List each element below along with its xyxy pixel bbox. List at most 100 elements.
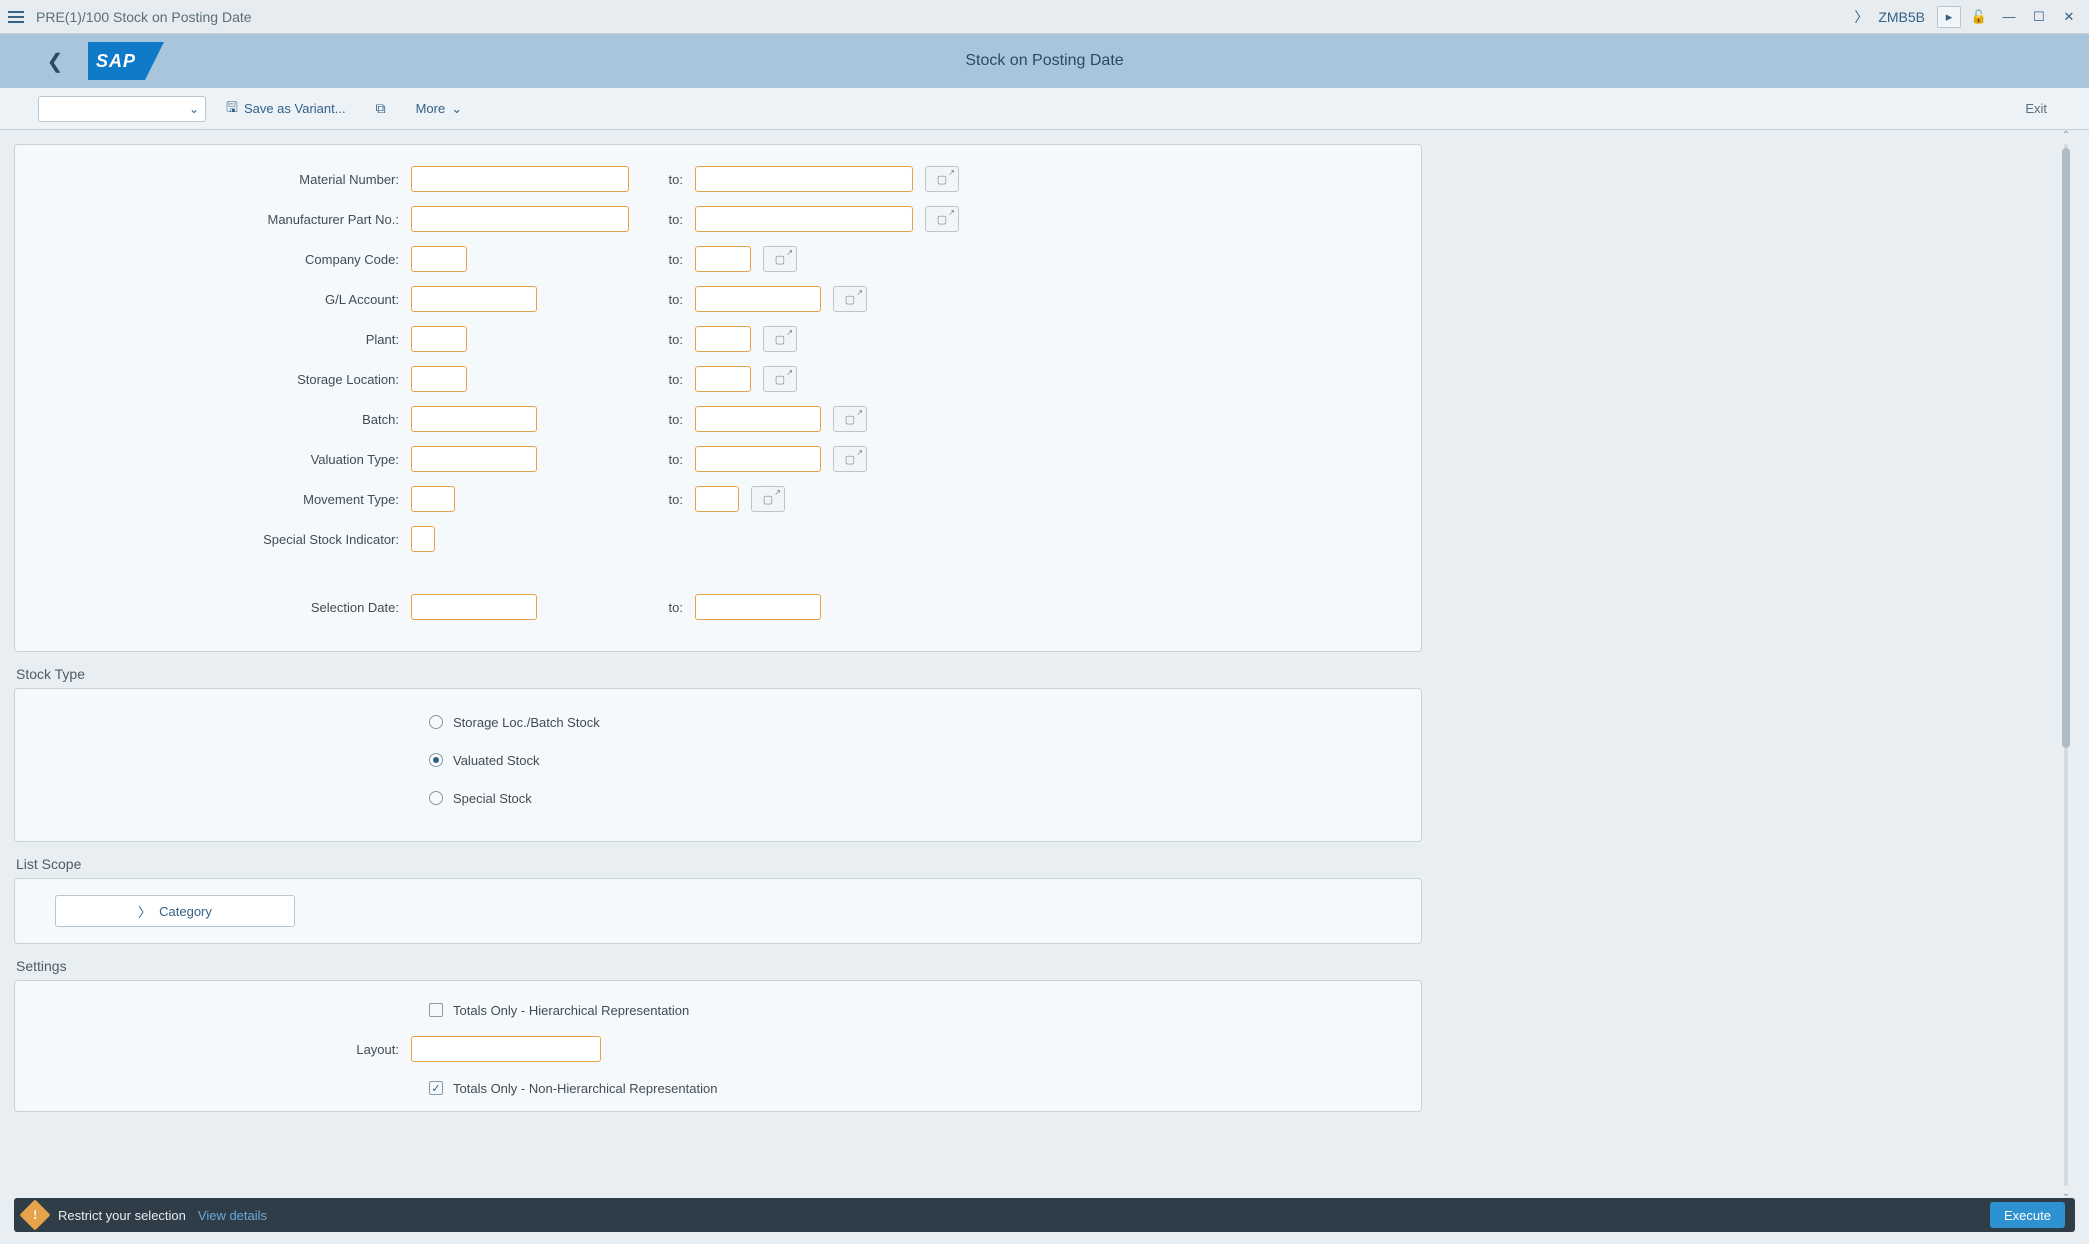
status-bar: ! Restrict your selection View details E… [14, 1198, 2075, 1232]
maximize-icon[interactable]: ☐ [2027, 6, 2051, 28]
scroll-thumb[interactable] [2062, 148, 2070, 748]
to-label: to: [629, 172, 695, 187]
input-to[interactable] [695, 286, 821, 312]
chevron-right-icon[interactable]: 〉 [1850, 7, 1872, 27]
to-label: to: [467, 252, 695, 267]
input-from[interactable] [411, 366, 467, 392]
multiple-selection-button[interactable]: ▢ [763, 246, 797, 272]
input-from[interactable] [411, 286, 537, 312]
selection-row: Movement Type: to: ▢ [31, 479, 1405, 519]
radio-label: Valuated Stock [453, 753, 539, 768]
section-settings: Settings [16, 958, 2071, 974]
input-from[interactable] [411, 526, 435, 552]
input-to[interactable] [695, 166, 913, 192]
variant-select[interactable]: ⌄ [38, 96, 206, 122]
copy-icon: ⧉ [376, 100, 386, 117]
input-to[interactable] [695, 406, 821, 432]
input-from[interactable] [411, 486, 455, 512]
multiple-selection-button[interactable]: ▢ [833, 406, 867, 432]
section-list-scope: List Scope [16, 856, 2071, 872]
settings-panel: Totals Only - Hierarchical Representatio… [14, 980, 1422, 1112]
multiple-selection-button[interactable]: ▢ [925, 166, 959, 192]
copy-button[interactable]: ⧉ [366, 100, 396, 117]
radio-row: Valuated Stock [31, 741, 1405, 779]
save-variant-button[interactable]: 🖫 Save as Variant... [216, 97, 356, 121]
chevron-right-icon: 〉 [138, 902, 151, 921]
field-label: Valuation Type: [31, 452, 411, 467]
scroll-up-icon[interactable]: ⌃ [2061, 130, 2071, 142]
sap-logo: SAP [88, 42, 164, 80]
checkbox-totals-hierarchical[interactable] [429, 1003, 443, 1017]
input-to[interactable] [695, 366, 751, 392]
category-expand-button[interactable]: 〉 Category [55, 895, 295, 927]
input-selection-date-from[interactable] [411, 594, 537, 620]
status-message: Restrict your selection [58, 1208, 186, 1223]
selection-row: Material Number: to: ▢ [31, 159, 1405, 199]
multiple-selection-button[interactable]: ▢ [925, 206, 959, 232]
radio-button[interactable] [429, 791, 443, 805]
input-to[interactable] [695, 486, 739, 512]
header-bar: ❮ SAP Stock on Posting Date [0, 34, 2089, 88]
exit-button[interactable]: Exit [2025, 101, 2051, 116]
radio-label: Storage Loc./Batch Stock [453, 715, 600, 730]
multiple-selection-button[interactable]: ▢ [763, 366, 797, 392]
stock-type-panel: Storage Loc./Batch Stock Valuated Stock Sp… [14, 688, 1422, 842]
input-to[interactable] [695, 246, 751, 272]
input-to[interactable] [695, 326, 751, 352]
label-selection-date: Selection Date: [31, 600, 411, 615]
list-scope-panel: 〉 Category [14, 878, 1422, 944]
radio-button[interactable] [429, 753, 443, 767]
close-icon[interactable]: ✕ [2057, 6, 2081, 28]
vertical-scrollbar[interactable]: ⌃ ⌄ [2061, 130, 2071, 1200]
view-details-link[interactable]: View details [198, 1208, 267, 1223]
back-button[interactable]: ❮ [40, 46, 70, 76]
multiple-selection-button[interactable]: ▢ [751, 486, 785, 512]
execute-button[interactable]: Execute [1990, 1202, 2065, 1228]
save-icon: 🖫 [226, 97, 238, 121]
input-from[interactable] [411, 206, 629, 232]
to-label: to: [455, 492, 695, 507]
field-label: Movement Type: [31, 492, 411, 507]
field-label: Material Number: [31, 172, 411, 187]
input-selection-date-to[interactable] [695, 594, 821, 620]
minimize-icon[interactable]: — [1997, 6, 2021, 28]
title-bar: PRE(1)/100 Stock on Posting Date 〉 ZMB5B… [0, 0, 2089, 34]
multiple-selection-button[interactable]: ▢ [763, 326, 797, 352]
input-from[interactable] [411, 326, 467, 352]
toolbar: ⌄ 🖫 Save as Variant... ⧉ More ⌄ Exit [0, 88, 2089, 130]
input-from[interactable] [411, 246, 467, 272]
transaction-code: ZMB5B [1878, 9, 1925, 25]
field-label: Manufacturer Part No.: [31, 212, 411, 227]
selection-panel: Material Number: to: ▢ Manufacturer Part No… [14, 144, 1422, 652]
selection-row: Special Stock Indicator: [31, 519, 1405, 559]
radio-row: Storage Loc./Batch Stock [31, 703, 1405, 741]
field-label: G/L Account: [31, 292, 411, 307]
chevron-down-icon: ⌄ [189, 102, 199, 116]
row-totals-hierarchical: Totals Only - Hierarchical Representatio… [31, 991, 1405, 1029]
to-label: to: [467, 372, 695, 387]
input-from[interactable] [411, 446, 537, 472]
to-label: to: [537, 412, 695, 427]
input-to[interactable] [695, 446, 821, 472]
radio-button[interactable] [429, 715, 443, 729]
field-label: Plant: [31, 332, 411, 347]
checkbox-totals-non-hierarchical[interactable]: ✓ [429, 1081, 443, 1095]
radio-label: Special Stock [453, 791, 532, 806]
multiple-selection-button[interactable]: ▢ [833, 286, 867, 312]
play-icon[interactable]: ▸ [1937, 6, 1961, 28]
row-totals-non-hierarchical: ✓ Totals Only - Non-Hierarchical Represe… [31, 1069, 1405, 1107]
input-to[interactable] [695, 206, 913, 232]
multiple-selection-button[interactable]: ▢ [833, 446, 867, 472]
field-label: Storage Location: [31, 372, 411, 387]
input-layout[interactable] [411, 1036, 601, 1062]
more-button[interactable]: More ⌄ [406, 101, 473, 117]
input-from[interactable] [411, 406, 537, 432]
field-label: Batch: [31, 412, 411, 427]
field-label: Special Stock Indicator: [31, 532, 411, 547]
input-from[interactable] [411, 166, 629, 192]
row-layout: Layout: [31, 1029, 1405, 1069]
menu-icon[interactable] [8, 11, 24, 23]
chevron-down-icon: ⌄ [451, 101, 462, 117]
unlock-icon[interactable]: 🔓 [1967, 6, 1991, 28]
section-stock-type: Stock Type [16, 666, 2071, 682]
